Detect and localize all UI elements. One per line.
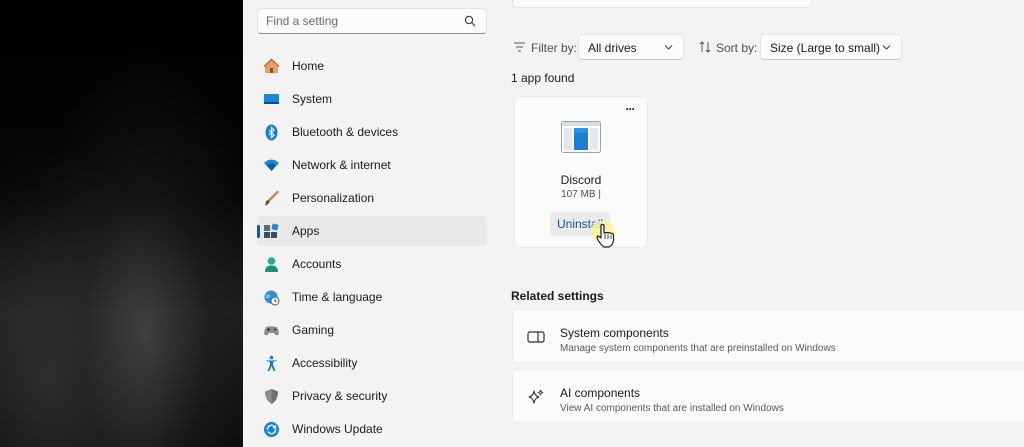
home-icon bbox=[263, 58, 280, 75]
update-icon bbox=[263, 421, 280, 438]
filter-icon bbox=[514, 42, 525, 52]
sidebar-item-privacy-security[interactable]: Privacy & security bbox=[257, 381, 487, 411]
sidebar-item-label: Bluetooth & devices bbox=[292, 125, 399, 139]
sidebar-item-label: Apps bbox=[292, 224, 320, 238]
sort-icon bbox=[699, 41, 711, 53]
sidebar-item-gaming[interactable]: Gaming bbox=[257, 315, 487, 345]
sidebar-item-label: Gaming bbox=[292, 323, 335, 337]
sidebar-item-time-language[interactable]: Time & language bbox=[257, 282, 487, 312]
shield-icon bbox=[263, 388, 280, 405]
filter-label: Filter by: bbox=[531, 41, 578, 55]
globe-clock-icon bbox=[263, 289, 280, 306]
search-box[interactable] bbox=[257, 8, 487, 34]
sort-value: Size (Large to small) bbox=[770, 41, 881, 55]
filter-sort-row: Filter by: All drives Sort by: Size (Lar… bbox=[512, 34, 1012, 60]
system-components-card[interactable]: System components Manage system componen… bbox=[512, 309, 1024, 363]
sidebar: Home System Bluetooth & devices Network … bbox=[243, 0, 496, 447]
results-count: 1 app found bbox=[511, 71, 575, 85]
chevron-down-icon bbox=[882, 45, 891, 50]
sidebar-item-label: Time & language bbox=[292, 290, 383, 304]
main-content: Filter by: All drives Sort by: Size (Lar… bbox=[496, 0, 1024, 447]
sidebar-item-label: Home bbox=[292, 59, 325, 73]
gamepad-icon bbox=[263, 322, 280, 339]
sidebar-item-label: Accessibility bbox=[292, 356, 358, 370]
system-components-icon bbox=[527, 331, 545, 343]
chevron-down-icon bbox=[664, 45, 673, 50]
sidebar-item-label: Privacy & security bbox=[292, 389, 388, 403]
app-name: Discord bbox=[560, 173, 602, 187]
sidebar-item-label: System bbox=[292, 92, 333, 106]
setting-title: System components bbox=[560, 326, 669, 340]
sidebar-item-windows-update[interactable]: Windows Update bbox=[257, 414, 487, 444]
sidebar-item-label: Network & internet bbox=[292, 158, 391, 172]
sidebar-item-label: Accounts bbox=[292, 257, 342, 271]
accounts-icon bbox=[263, 256, 280, 273]
app-search-box-edge[interactable] bbox=[512, 0, 812, 8]
sort-dropdown[interactable]: Size (Large to small) bbox=[760, 34, 902, 60]
sidebar-item-apps[interactable]: Apps bbox=[257, 216, 487, 246]
settings-window: Home System Bluetooth & devices Network … bbox=[243, 0, 1024, 447]
setting-description: View AI components that are installed on… bbox=[560, 403, 784, 414]
related-settings-heading: Related settings bbox=[511, 289, 604, 303]
more-options-button[interactable]: ··· bbox=[623, 103, 637, 117]
sidebar-item-label: Personalization bbox=[292, 191, 375, 205]
brush-icon bbox=[263, 190, 280, 207]
sidebar-item-accessibility[interactable]: Accessibility bbox=[257, 348, 487, 378]
filter-value: All drives bbox=[588, 41, 637, 55]
setting-title: AI components bbox=[560, 386, 641, 400]
sidebar-nav: Home System Bluetooth & devices Network … bbox=[257, 51, 487, 447]
desktop-wallpaper bbox=[0, 0, 243, 447]
system-icon bbox=[263, 91, 280, 108]
sidebar-item-label: Windows Update bbox=[292, 422, 383, 436]
sidebar-item-system[interactable]: System bbox=[257, 84, 487, 114]
sidebar-item-bluetooth[interactable]: Bluetooth & devices bbox=[257, 117, 487, 147]
sort-label: Sort by: bbox=[716, 41, 758, 55]
filter-dropdown[interactable]: All drives bbox=[578, 34, 684, 60]
sparkle-icon bbox=[528, 389, 545, 404]
sidebar-item-personalization[interactable]: Personalization bbox=[257, 183, 487, 213]
wifi-icon bbox=[263, 157, 280, 174]
accessibility-icon bbox=[263, 355, 280, 372]
apps-icon bbox=[263, 223, 280, 240]
sidebar-item-home[interactable]: Home bbox=[257, 51, 487, 81]
app-size: 107 MB | bbox=[561, 189, 601, 200]
sidebar-item-accounts[interactable]: Accounts bbox=[257, 249, 487, 279]
sidebar-item-network[interactable]: Network & internet bbox=[257, 150, 487, 180]
search-icon[interactable] bbox=[464, 15, 476, 27]
app-card-discord[interactable]: ··· Discord 107 MB | Uninstall bbox=[514, 96, 648, 248]
hand-cursor-icon bbox=[591, 221, 615, 248]
search-input[interactable] bbox=[266, 13, 456, 29]
ai-components-card[interactable]: AI components View AI components that ar… bbox=[512, 369, 1024, 423]
setting-description: Manage system components that are preins… bbox=[560, 343, 836, 354]
app-window-icon bbox=[561, 121, 601, 153]
bluetooth-icon bbox=[263, 124, 280, 141]
